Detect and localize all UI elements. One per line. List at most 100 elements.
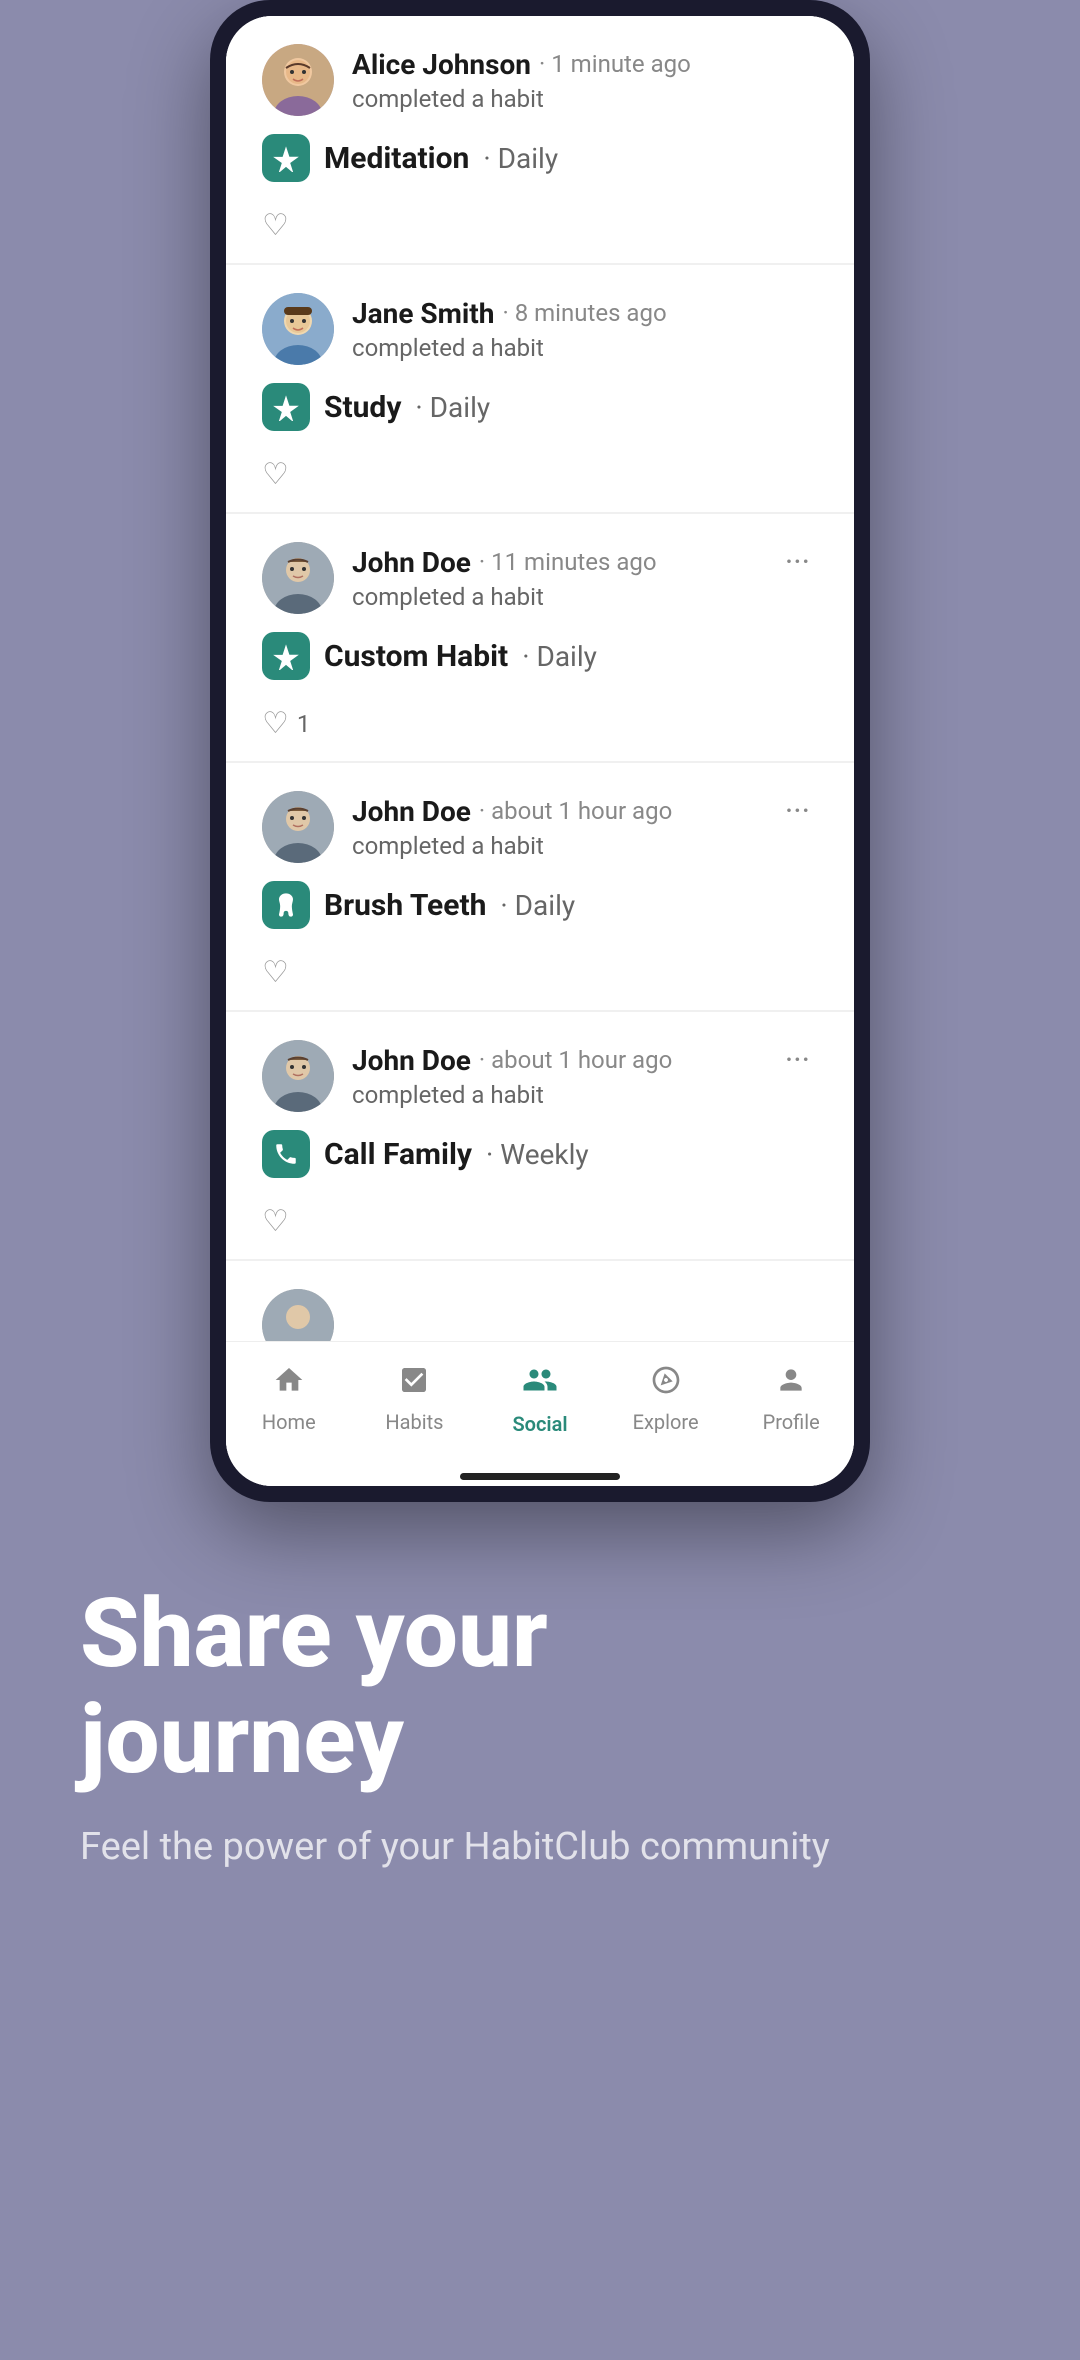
home-icon — [273, 1364, 305, 1404]
feed-item: John Doe · about 1 hour ago completed a … — [226, 1012, 854, 1260]
like-row: ♡ — [262, 951, 818, 990]
user-info: Jane Smith · 8 minutes ago completed a h… — [352, 297, 667, 362]
habit-freq: · Weekly — [486, 1138, 589, 1171]
user-info: John Doe · about 1 hour ago completed a … — [352, 1044, 672, 1109]
time-ago: · about 1 hour ago — [479, 797, 672, 825]
completed-text: completed a habit — [352, 832, 672, 860]
feed-header: John Doe · 11 minutes ago completed a ha… — [262, 542, 818, 614]
headline-line2: journey — [80, 1688, 1000, 1794]
phone-shell: Alice Johnson · 1 minute ago completed a… — [210, 0, 870, 1502]
habit-name: Custom Habit — [324, 639, 508, 674]
nav-item-social[interactable]: Social — [490, 1362, 590, 1436]
feed-item: Jane Smith · 8 minutes ago completed a h… — [226, 265, 854, 513]
nav-item-habits[interactable]: Habits — [364, 1364, 464, 1434]
habit-icon — [262, 632, 310, 680]
home-indicator — [226, 1466, 854, 1486]
avatar — [262, 293, 334, 365]
habit-icon — [262, 383, 310, 431]
user-name: John Doe — [352, 795, 471, 828]
user-name-row: Jane Smith · 8 minutes ago — [352, 297, 667, 330]
heart-icon[interactable]: ♡ — [262, 1204, 289, 1239]
feed-user-row: John Doe · 11 minutes ago completed a ha… — [262, 542, 657, 614]
nav-item-explore[interactable]: Explore — [616, 1364, 716, 1434]
feed-item-partial — [226, 1261, 854, 1341]
profile-icon — [775, 1364, 807, 1404]
time-ago: · 11 minutes ago — [479, 548, 657, 576]
more-options-button[interactable]: ··· — [777, 791, 818, 831]
nav-item-home[interactable]: Home — [239, 1364, 339, 1434]
feed-header: Jane Smith · 8 minutes ago completed a h… — [262, 293, 818, 365]
habits-icon — [398, 1364, 430, 1404]
habit-name: Meditation — [324, 141, 469, 176]
feed-header: Alice Johnson · 1 minute ago completed a… — [262, 44, 818, 116]
like-row: ♡ — [262, 204, 818, 243]
feed-item: John Doe · about 1 hour ago completed a … — [226, 763, 854, 1011]
nav-label-explore: Explore — [633, 1410, 699, 1434]
heart-icon[interactable]: ♡ — [262, 457, 289, 492]
like-row: ♡ — [262, 453, 818, 492]
nav-label-social: Social — [512, 1412, 567, 1436]
user-info: John Doe · 11 minutes ago completed a ha… — [352, 546, 657, 611]
habit-chip: Study · Daily — [262, 383, 490, 431]
habit-chip: Meditation · Daily — [262, 134, 558, 182]
heart-icon[interactable]: ♡ — [262, 208, 289, 243]
bottom-nav: Home Habits Social — [226, 1341, 854, 1466]
time-ago: · about 1 hour ago — [479, 1046, 672, 1074]
feed-item: Alice Johnson · 1 minute ago completed a… — [226, 16, 854, 264]
feed-user-row: Alice Johnson · 1 minute ago completed a… — [262, 44, 691, 116]
completed-text: completed a habit — [352, 85, 691, 113]
user-info: John Doe · about 1 hour ago completed a … — [352, 795, 672, 860]
feed-header: John Doe · about 1 hour ago completed a … — [262, 791, 818, 863]
headline-line1: Share your — [80, 1582, 1000, 1688]
more-options-button[interactable]: ··· — [777, 1040, 818, 1080]
habit-chip: Brush Teeth · Daily — [262, 881, 575, 929]
bottom-section: Share your journey Feel the power of you… — [0, 1502, 1080, 1954]
like-count: 1 — [297, 710, 311, 738]
user-name-row: John Doe · 11 minutes ago — [352, 546, 657, 579]
habit-freq: · Daily — [483, 142, 558, 175]
user-name-row: John Doe · about 1 hour ago — [352, 1044, 672, 1077]
completed-text: completed a habit — [352, 583, 657, 611]
habit-freq: · Daily — [500, 889, 575, 922]
avatar — [262, 44, 334, 116]
habit-name: Call Family — [324, 1137, 472, 1172]
completed-text: completed a habit — [352, 1081, 672, 1109]
habit-freq: · Daily — [415, 391, 490, 424]
nav-item-profile[interactable]: Profile — [741, 1364, 841, 1434]
completed-text: completed a habit — [352, 334, 667, 362]
like-row: ♡ — [262, 1200, 818, 1239]
user-name: Alice Johnson — [352, 48, 531, 81]
time-ago: · 8 minutes ago — [502, 299, 666, 327]
home-bar — [460, 1473, 620, 1480]
feed-user-row: John Doe · about 1 hour ago completed a … — [262, 1040, 672, 1112]
habit-chip: Custom Habit · Daily — [262, 632, 597, 680]
heart-icon[interactable]: ♡ — [262, 955, 289, 990]
user-name-row: John Doe · about 1 hour ago — [352, 795, 672, 828]
habit-icon — [262, 881, 310, 929]
habit-icon — [262, 1130, 310, 1178]
feed-user-row: Jane Smith · 8 minutes ago completed a h… — [262, 293, 667, 365]
habit-chip: Call Family · Weekly — [262, 1130, 589, 1178]
nav-label-home: Home — [262, 1410, 316, 1434]
feed-user-row: John Doe · about 1 hour ago completed a … — [262, 791, 672, 863]
time-ago: · 1 minute ago — [539, 50, 691, 78]
user-name: John Doe — [352, 546, 471, 579]
feed-header: John Doe · about 1 hour ago completed a … — [262, 1040, 818, 1112]
avatar — [262, 1289, 334, 1341]
explore-icon — [650, 1364, 682, 1404]
habit-name: Brush Teeth — [324, 888, 486, 923]
avatar — [262, 791, 334, 863]
feed-item: John Doe · 11 minutes ago completed a ha… — [226, 514, 854, 762]
screen-content: Alice Johnson · 1 minute ago completed a… — [226, 16, 854, 1486]
user-name: Jane Smith — [352, 297, 494, 330]
avatar — [262, 542, 334, 614]
nav-label-habits: Habits — [385, 1410, 443, 1434]
subtext: Feel the power of your HabitClub communi… — [80, 1821, 1000, 1874]
more-options-button[interactable]: ··· — [777, 542, 818, 582]
nav-label-profile: Profile — [763, 1410, 820, 1434]
like-row: ♡ 1 — [262, 702, 818, 741]
headline: Share your journey — [80, 1582, 1000, 1793]
social-icon — [522, 1362, 558, 1406]
phone-screen: Alice Johnson · 1 minute ago completed a… — [226, 16, 854, 1486]
heart-icon[interactable]: ♡ — [262, 706, 289, 741]
